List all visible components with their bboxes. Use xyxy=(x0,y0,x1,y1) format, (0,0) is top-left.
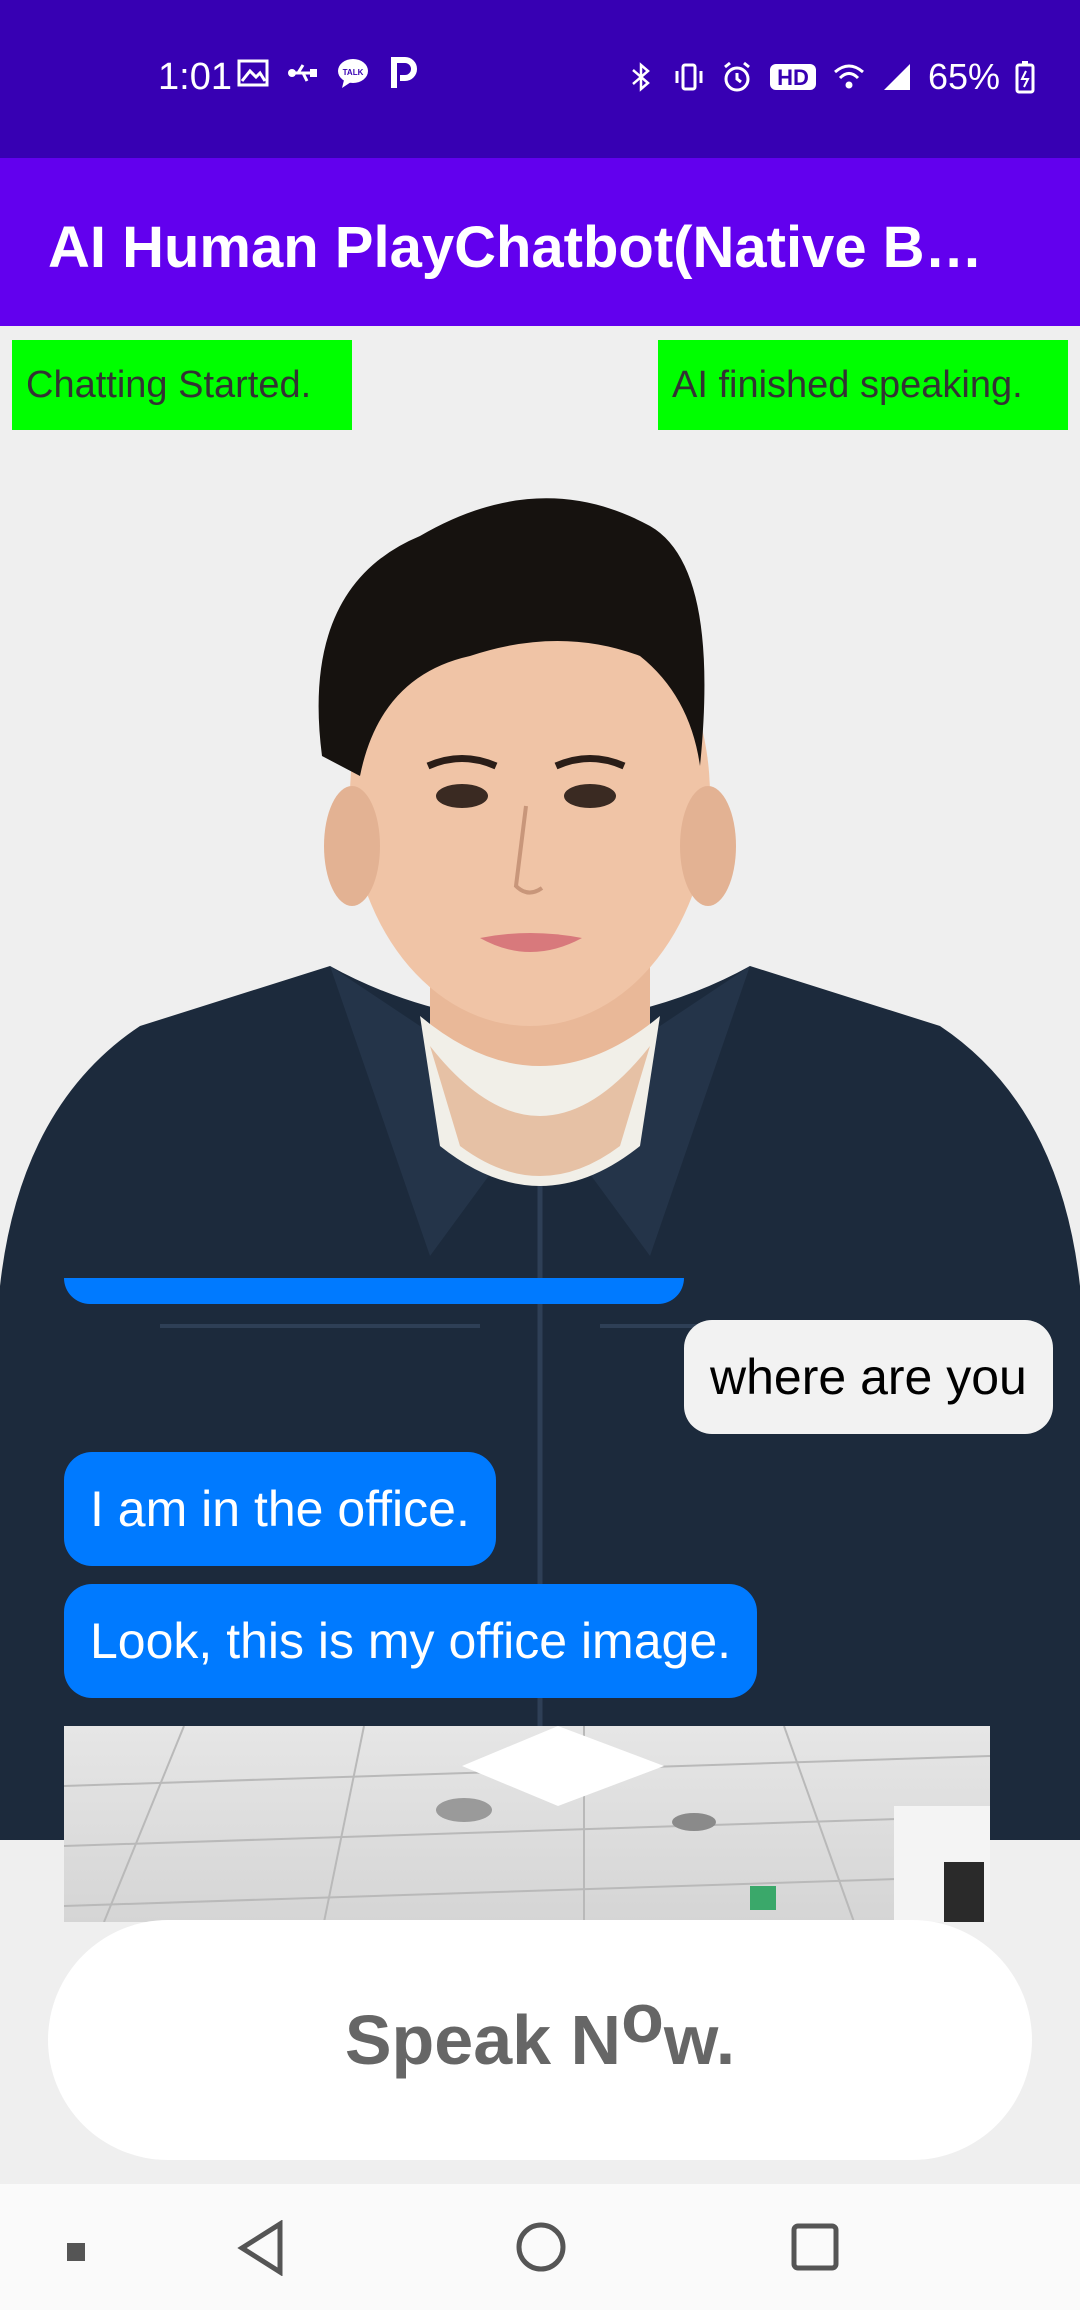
bluetooth-icon xyxy=(632,62,650,92)
back-icon[interactable] xyxy=(236,2220,286,2276)
speak-now-label-raised: o xyxy=(621,1979,664,2057)
gallery-icon xyxy=(237,59,269,87)
overview-icon[interactable] xyxy=(790,2222,840,2272)
battery-icon xyxy=(1015,61,1035,94)
p-icon xyxy=(391,57,417,88)
office-ceiling-image xyxy=(64,1726,990,1922)
status-left-icons: TALK xyxy=(236,56,420,90)
svg-text:HD: HD xyxy=(777,65,809,90)
chat-status-tag: Chatting Started. xyxy=(12,340,352,430)
ai-status-tag: AI finished speaking. xyxy=(658,340,1068,430)
battery-percentage: 65% xyxy=(927,56,1000,97)
chat-bubble-user: where are you xyxy=(684,1320,1053,1434)
status-time: 1:01 xyxy=(158,56,232,98)
status-right-icons: HD 65% xyxy=(624,56,1036,98)
chat-bubble-partial xyxy=(64,1278,684,1304)
speak-now-label-end: w. xyxy=(663,2001,736,2079)
app-bar: AI Human PlayChatbot(Native Bas… xyxy=(0,158,1080,326)
app-title: AI Human PlayChatbot(Native Bas… xyxy=(48,215,1008,280)
usb-icon xyxy=(288,64,317,82)
signal-icon xyxy=(883,64,910,90)
svg-text:TALK: TALK xyxy=(343,68,364,77)
navigation-bar xyxy=(0,2184,1080,2310)
home-icon[interactable] xyxy=(514,2220,568,2274)
chat-bubble-ai: I am in the office. xyxy=(64,1452,496,1566)
speak-now-button[interactable]: Speak Now. xyxy=(48,1920,1032,2160)
main-content: Chatting Started. AI finished speaking. … xyxy=(0,326,1080,2184)
hd-icon: HD xyxy=(769,64,816,90)
speak-now-label: Speak N xyxy=(344,2001,622,2079)
chat-bubble-ai: Look, this is my office image. xyxy=(64,1584,758,1698)
recent-dot-icon[interactable] xyxy=(66,2242,86,2262)
wifi-icon xyxy=(833,64,864,89)
alarm-icon xyxy=(724,61,750,92)
office-image xyxy=(64,1726,990,1922)
vibrate-icon xyxy=(675,63,703,91)
talk-icon: TALK xyxy=(338,59,368,88)
status-bar: 1:01 TALK HD 65% xyxy=(0,0,1080,158)
